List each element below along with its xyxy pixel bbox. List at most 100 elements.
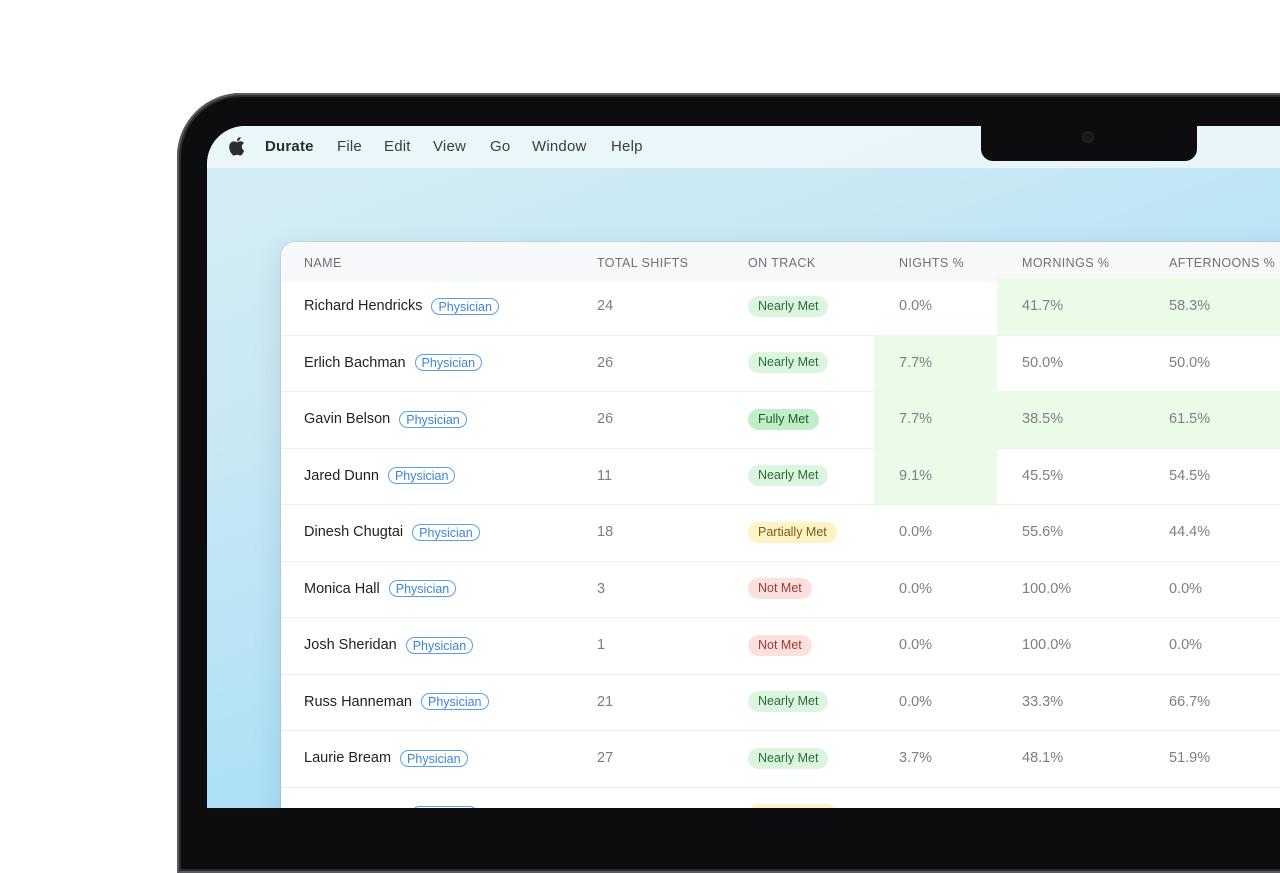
- nights-percent: 0.0%: [899, 298, 933, 315]
- app-window: NAME TOTAL SHIFTS ON TRACK NIGHTS % MORN…: [281, 242, 1280, 808]
- status-badge: Not Met: [748, 634, 812, 656]
- mornings-percent: 41.7%: [1022, 298, 1064, 315]
- role-badge: Physician: [414, 354, 483, 372]
- nights-highlight: [874, 391, 997, 448]
- table-row[interactable]: Erlich Bachman Physician 26 Nearly Met 7.7% 5…: [281, 334, 1280, 392]
- nights-percent: 7.7%: [899, 354, 933, 371]
- afternoons-percent: 51.9%: [1169, 750, 1211, 767]
- apple-logo-icon[interactable]: [227, 136, 245, 156]
- afternoons-percent: 54.5%: [1169, 467, 1211, 484]
- table-row[interactable]: Monica Hall Physician 3 Not Met 0.0% 100.0% 0.…: [281, 561, 1280, 618]
- nights-percent: 9.1%: [899, 467, 933, 484]
- menu-view[interactable]: View: [433, 137, 466, 157]
- person-name: Monica Hall: [304, 580, 380, 597]
- person-name: Jared Dunn: [304, 467, 379, 484]
- status-badge: Partially Met: [748, 804, 837, 808]
- nights-percent: 3.7%: [899, 750, 933, 767]
- role-badge: Physician: [399, 410, 467, 428]
- mornings-percent: 55.6%: [1022, 524, 1064, 541]
- total-shifts-value: 21: [597, 693, 614, 710]
- status-badge: Nearly Met: [748, 465, 829, 487]
- mornings-percent: 38.5%: [1022, 411, 1064, 428]
- status-badge: Nearly Met: [748, 352, 829, 374]
- afternoons-highlight: [1143, 278, 1280, 335]
- nights-percent: 0.0%: [899, 637, 933, 654]
- status-badge: Nearly Met: [748, 691, 829, 713]
- person-name: Gavin Belson: [304, 411, 391, 428]
- person-name: Erlich Bachman: [304, 354, 406, 371]
- mornings-highlight: [997, 391, 1143, 448]
- menu-file[interactable]: File: [337, 137, 362, 157]
- table-row[interactable]: Jared Dunn Physician 11 Nearly Met 9.1% 45.5%…: [281, 447, 1280, 505]
- role-badge: Physician: [387, 467, 456, 485]
- afternoons-percent: 58.3%: [1169, 298, 1211, 315]
- table-header: NAME TOTAL SHIFTS ON TRACK NIGHTS % MORN…: [281, 242, 1280, 282]
- mornings-percent: 50.0%: [1022, 354, 1064, 371]
- mornings-percent: 48.1%: [1022, 750, 1064, 767]
- table-row[interactable]: Nelson BighettiPhysician16Partially Met6…: [281, 787, 1280, 808]
- status-badge: Partially Met: [748, 521, 837, 543]
- person-name: Richard Hendricks: [304, 298, 423, 315]
- table-row[interactable]: Dinesh Chugtai Physician 18 Partially Met 0.…: [281, 504, 1280, 562]
- menu-go[interactable]: Go: [490, 137, 510, 157]
- afternoons-percent: 50.0%: [1169, 354, 1211, 371]
- nights-highlight: [874, 447, 997, 504]
- role-badge: Physician: [431, 297, 499, 315]
- role-badge: Physician: [388, 580, 457, 598]
- total-shifts-value: 3: [597, 580, 606, 597]
- total-shifts-value: 27: [597, 750, 614, 767]
- table-row[interactable]: Gavin Belson Physician 26 Fully Met 7.7% 38.5…: [281, 391, 1280, 449]
- nights-percent: 0.0%: [899, 693, 933, 710]
- column-header-name[interactable]: NAME: [304, 256, 342, 270]
- total-shifts-value: 24: [597, 298, 614, 315]
- table-row[interactable]: Laurie Bream Physician 27 Nearly Met 3.7% 48.…: [281, 730, 1280, 788]
- screen: Durate File Edit View Go Window Help NAM…: [207, 126, 1280, 808]
- total-shifts-value: 26: [597, 354, 614, 371]
- afternoons-percent: 0.0%: [1169, 580, 1203, 597]
- afternoons-highlight: [1143, 391, 1280, 448]
- mornings-percent: 100.0%: [1022, 637, 1072, 654]
- total-shifts-value: 1: [597, 637, 606, 654]
- nights-percent: 7.7%: [899, 411, 933, 428]
- status-badge: Nearly Met: [748, 295, 829, 317]
- status-badge: Nearly Met: [748, 747, 829, 769]
- role-badge: Physician: [405, 636, 474, 654]
- role-badge: Physician: [412, 523, 480, 541]
- menu-edit[interactable]: Edit: [384, 137, 411, 157]
- column-header-nights[interactable]: NIGHTS %: [899, 256, 964, 270]
- menu-app-name[interactable]: Durate: [265, 137, 314, 157]
- column-header-mornings[interactable]: MORNINGS %: [1022, 256, 1109, 270]
- person-name: Laurie Bream: [304, 750, 392, 767]
- menu-help[interactable]: Help: [611, 137, 643, 157]
- role-badge: Physician: [421, 693, 489, 711]
- total-shifts-value: 26: [597, 411, 614, 428]
- nights-percent: 0.0%: [899, 524, 933, 541]
- afternoons-percent: 44.4%: [1169, 524, 1211, 541]
- person-name: Josh Sheridan: [304, 637, 397, 654]
- column-header-on-track[interactable]: ON TRACK: [748, 256, 816, 270]
- table-row[interactable]: Russ Hanneman Physician 21 Nearly Met 0.0% 33…: [281, 674, 1280, 731]
- status-badge: Not Met: [748, 578, 812, 600]
- column-header-afternoons[interactable]: AFTERNOONS %: [1169, 256, 1275, 270]
- total-shifts-value: 18: [597, 524, 614, 541]
- camera-notch: [981, 126, 1197, 161]
- afternoons-percent: 66.7%: [1169, 693, 1211, 710]
- mornings-highlight: [997, 278, 1143, 335]
- table-row[interactable]: Josh Sheridan Physician 1 Not Met 0.0% 100.0%…: [281, 617, 1280, 675]
- status-badge: Fully Met: [748, 408, 819, 430]
- afternoons-percent: 0.0%: [1169, 637, 1203, 654]
- column-header-total-shifts[interactable]: TOTAL SHIFTS: [597, 256, 688, 270]
- person-name: Dinesh Chugtai: [304, 524, 404, 541]
- mornings-percent: 33.3%: [1022, 693, 1064, 710]
- person-name: Russ Hanneman: [304, 693, 412, 710]
- total-shifts-value: 11: [597, 467, 613, 484]
- nights-highlight: [874, 334, 997, 391]
- camera-icon: [1082, 131, 1094, 143]
- nights-percent: 0.0%: [899, 580, 933, 597]
- role-badge: Physician: [400, 749, 468, 767]
- afternoons-percent: 61.5%: [1169, 411, 1211, 428]
- menu-window[interactable]: Window: [532, 137, 587, 157]
- table-row[interactable]: Richard Hendricks Physician 24 Nearly Met 0.…: [281, 278, 1280, 336]
- mornings-percent: 45.5%: [1022, 467, 1064, 484]
- mornings-percent: 100.0%: [1022, 580, 1072, 597]
